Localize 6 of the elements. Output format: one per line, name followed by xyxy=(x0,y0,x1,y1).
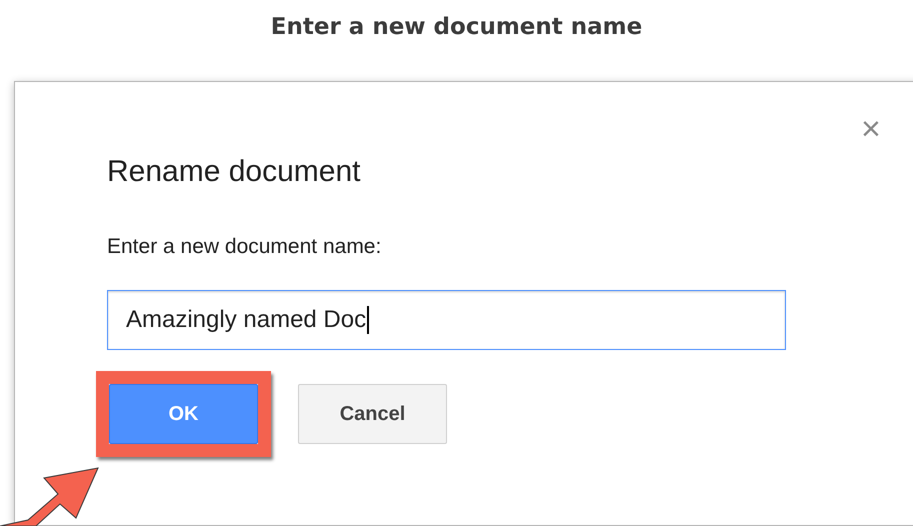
input-field[interactable]: Amazingly named Doc xyxy=(107,290,786,350)
cancel-button[interactable]: Cancel xyxy=(298,384,447,444)
prompt-label: Enter a new document name: xyxy=(107,234,382,260)
dialog-title: Rename document xyxy=(107,154,362,190)
page-heading: Enter a new document name xyxy=(270,13,642,42)
text-cursor xyxy=(367,306,370,334)
